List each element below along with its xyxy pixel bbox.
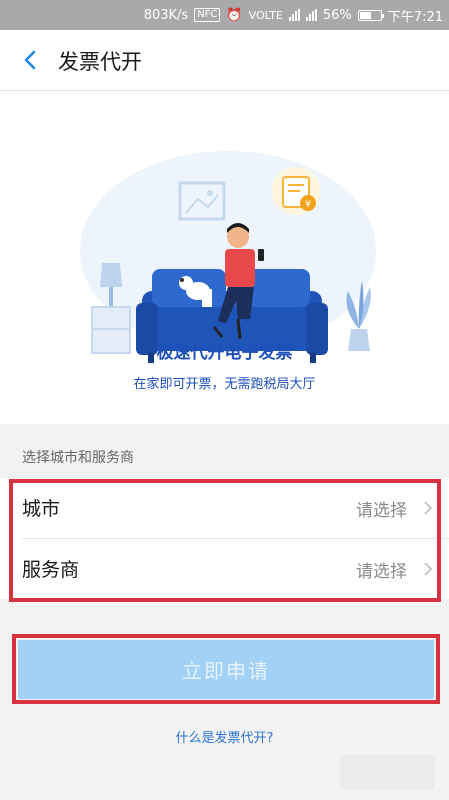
signal-icon-secondary [305, 9, 317, 21]
hero-section: ¥ 极速代开电子发票 在家即可开票，无需跑税局大厅 [0, 91, 449, 424]
highlight-box-button [12, 634, 440, 704]
what-is-invoice-link[interactable]: 什么是发票代开? [0, 727, 449, 746]
battery-icon [357, 9, 384, 21]
watermark-blur [340, 755, 435, 790]
svg-text:¥: ¥ [305, 199, 311, 210]
nfc-icon: NFC [194, 8, 221, 22]
battery-fill [359, 11, 371, 19]
hero-title: 极速代开电子发票 [156, 343, 293, 363]
hero-subtitle: 在家即可开票，无需跑税局大厅 [133, 377, 316, 392]
page-title: 发票代开 [58, 50, 142, 74]
signal-icon [288, 9, 300, 21]
section-label: 选择城市和服务商 [22, 450, 134, 466]
network-speed: 803K/s [143, 7, 189, 23]
battery-percent: 56% [322, 7, 352, 23]
clock: 下午7:21 [387, 9, 443, 25]
volte-label: VOLTE [248, 8, 283, 22]
chevron-left-icon[interactable] [20, 49, 42, 71]
highlight-box-form [9, 479, 441, 602]
alarm-icon: ⏰ [226, 7, 243, 23]
status-bar: 803K/s NFC ⏰ VOLTE 56% 下午7:21 [0, 0, 449, 30]
nav-bar: 发票代开 [0, 30, 449, 91]
